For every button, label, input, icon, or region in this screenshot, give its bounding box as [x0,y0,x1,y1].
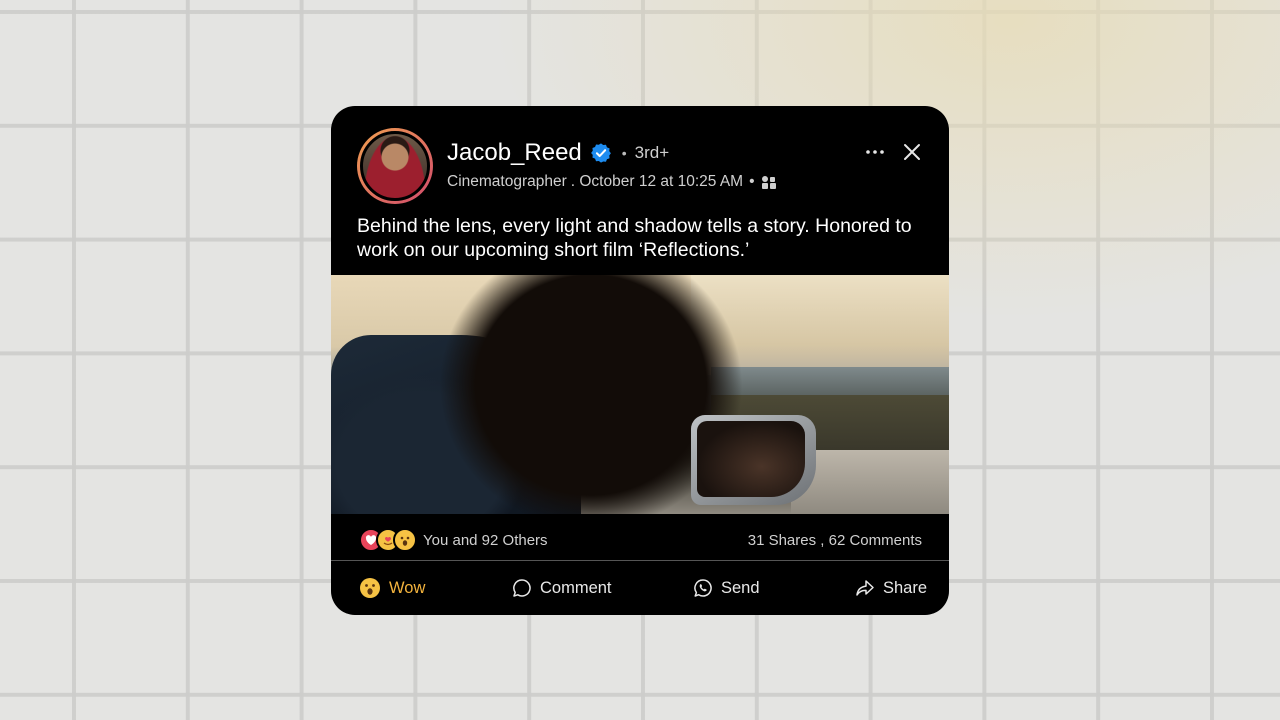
reactions-text: You and 92 Others [423,531,548,549]
avatar[interactable] [357,128,433,204]
post-image[interactable] [331,275,949,514]
verified-badge-icon [590,143,611,163]
author-headline: Cinematographer [447,173,567,190]
shares-comments-count[interactable]: 31 Shares , 62 Comments [748,532,922,549]
avatar-photo [360,131,430,201]
send-label: Send [721,578,760,597]
wow-label: Wow [389,578,426,597]
separator-dot: • [621,145,627,161]
share-label: Share [883,578,928,597]
whatsapp-send-icon [694,579,712,597]
comment-label: Comment [540,578,612,597]
reactions-summary[interactable]: You and 92 Others [359,528,548,552]
wow-reaction-icon [393,528,417,552]
author-row: Jacob_Reed • 3rd+ [447,138,669,168]
image-mirror-glass [697,421,805,497]
comment-button[interactable]: Comment [512,561,612,615]
post-timestamp: . October 12 at 10:25 AM [570,173,744,190]
wow-emoji-icon [360,578,380,598]
share-button[interactable]: Share [855,561,927,615]
connection-degree: 3rd+ [634,143,670,162]
audience-icon [761,176,776,189]
post-meta: Cinematographer . October 12 at 10:25 AM… [447,172,777,192]
share-icon [856,580,874,596]
audience-separator: • [749,173,755,190]
post-card: Jacob_Reed • 3rd+ Cinematographer . Octo… [331,106,949,615]
close-icon[interactable] [901,141,923,163]
more-options-icon[interactable] [863,142,887,162]
author-name[interactable]: Jacob_Reed [447,139,582,167]
action-bar: Wow Comment Send Share [331,561,949,615]
comment-icon [513,579,531,597]
wow-reaction-button[interactable]: Wow [359,561,425,615]
post-text: Behind the lens, every light and shadow … [357,215,912,261]
send-button[interactable]: Send [693,561,760,615]
